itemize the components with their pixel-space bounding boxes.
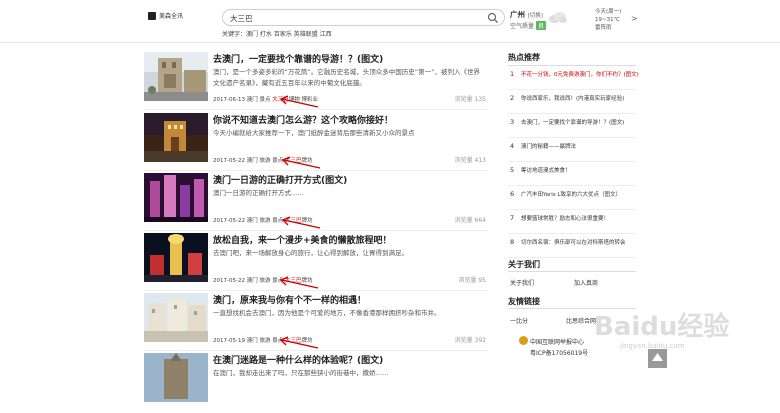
article-summary: 澳门，是一个多姿多彩的“万花筒”。它融历史名城，头顶众多中国历史“第一”，被列入…	[213, 68, 480, 87]
site-header: 美森全讯 关键字：澳门 打水 百家乐 英雄联盟 江西 广州 [切换] 空气质量良…	[0, 0, 780, 43]
article-summary: 在澳门，我却走出来了吗，只在那些狭小的街巷中，撒娇……	[213, 369, 389, 377]
article-meta: 2017-05-22 澳门 旅游 景点 大三巴牌坊	[213, 158, 313, 164]
night-building-image	[144, 113, 208, 162]
divider	[144, 170, 488, 171]
article-summary: 澳门一日游的正确打开方式……	[213, 189, 304, 197]
article-meta: 2017-06-13 澳门 景点 大三巴博物 博彩业	[213, 97, 318, 103]
report-center-emblem-icon	[519, 336, 528, 345]
search-box[interactable]	[222, 9, 505, 26]
article-title[interactable]: 澳门，原来我与你有个不一样的相遇！	[213, 293, 366, 306]
hot-item[interactable]: 7 想要篮球常胜？励志和心法很重要！	[508, 210, 636, 234]
city-switch[interactable]: [切换]	[528, 13, 543, 19]
about-link[interactable]: 关于我们	[510, 278, 534, 287]
ruins-facade-image	[144, 353, 208, 402]
article-thumbnail[interactable]	[144, 113, 208, 162]
article-summary: 今天小编就给大家推荐一下，澳门纸醉金迷背后那些清新又小众的景点	[213, 129, 415, 137]
weather-forecast: 今天(周一) 19~31℃ 雷阵雨	[595, 9, 622, 31]
hot-item[interactable]: 4 澳门的秘籍——赢牌法	[508, 138, 636, 162]
tag-link[interactable]: 大三巴	[285, 158, 302, 164]
weather-more-arrow[interactable]: >	[631, 14, 638, 23]
article-meta: 2017-05-22 澳门 旅游 景点 大三巴牌坊	[213, 278, 313, 284]
aq-badge: 良	[536, 21, 547, 30]
friend-link[interactable]: 比思综合网	[566, 316, 596, 325]
friend-links-title: 友情链接	[508, 297, 540, 306]
article-summary: 去澳门吧，来一场解放身心的旅行，让心得到解放，让胃得到满足。	[213, 249, 408, 257]
hot-item[interactable]: 6 广汽丰田Yaris L致享的六大优点（图文）	[508, 186, 636, 210]
article-item[interactable]: 澳门一日游的正确打开方式(图文) 澳门一日游的正确打开方式…… 2017-05-…	[144, 173, 488, 233]
tag-link[interactable]: 大三巴	[272, 97, 289, 103]
view-count: 浏览量 392	[454, 337, 486, 344]
view-count: 浏览量 664	[454, 217, 486, 224]
report-center-link[interactable]: 中国互联网举报中心	[530, 337, 584, 346]
hot-item[interactable]: 1 不花一分钱，0元免费游澳门，你们不约？(图文)	[508, 66, 639, 90]
join-link[interactable]: 加入真商	[574, 278, 598, 287]
article-meta: 2017-05-22 澳门 旅游 景点 大三巴牌坊	[213, 218, 313, 224]
cloud-icon	[549, 12, 567, 23]
article-item[interactable]: 放松自我，来一个漫步+美食的懒散旅程吧！ 去澳门吧，来一场解放身心的旅行，让心得…	[144, 233, 488, 293]
view-count: 浏览量 135	[454, 96, 486, 103]
divider	[144, 109, 488, 110]
article-thumbnail[interactable]	[144, 173, 208, 222]
article-summary: 一直想找机会去澳门，因为他是个可爱的地方，不像香港那样拥挤吵杂和市井。	[213, 309, 441, 317]
friend-link[interactable]: 一比分	[510, 316, 528, 325]
divider	[508, 271, 636, 272]
city-night-image	[144, 173, 208, 222]
article-title[interactable]: 你说不知道去澳门怎么游？这个攻略你接好！	[213, 113, 393, 126]
article-item[interactable]: 在澳门迷路是一种什么样的体验呢？(图文) 在澳门，我却走出来了吗，只在那些狭小的…	[144, 353, 488, 413]
view-count: 浏览量 95	[458, 277, 486, 284]
hot-item[interactable]: 3 去澳门，一定要找个靠谱的导游！？(图文)	[508, 114, 636, 138]
article-thumbnail[interactable]	[144, 293, 208, 342]
keyword-links[interactable]: 关键字：澳门 打水 百家乐 英雄联盟 江西	[222, 29, 332, 38]
article-title[interactable]: 放松自我，来一个漫步+美食的懒散旅程吧！	[213, 233, 392, 246]
article-meta: 2017-05-19 澳门 旅游 景点 大三巴牌坊	[213, 338, 313, 344]
hot-item[interactable]: 5 筹访地道澳式美食！	[508, 162, 636, 186]
article-title[interactable]: 澳门一日游的正确打开方式(图文)	[213, 173, 347, 186]
hot-item[interactable]: 2 你说西家乐，我说西！(内港真实玩家经验)	[508, 90, 636, 114]
hot-title: 热点推荐	[508, 53, 540, 62]
article-thumbnail[interactable]	[144, 52, 208, 101]
church-ruins-image	[144, 52, 208, 101]
article-title[interactable]: 在澳门迷路是一种什么样的体验呢？(图文)	[213, 353, 383, 366]
search-input[interactable]	[230, 12, 480, 24]
tag-link[interactable]: 大三巴	[285, 278, 302, 284]
square-buildings-image	[144, 293, 208, 342]
arrow-up-icon	[652, 353, 663, 361]
tag-link[interactable]: 大三巴	[285, 218, 302, 224]
search-icon[interactable]	[487, 12, 499, 24]
city-name[interactable]: 广州 [切换]	[510, 9, 543, 20]
article-title[interactable]: 去澳门，一定要找个靠谱的导游！？(图文)	[213, 52, 383, 65]
divider	[144, 230, 488, 231]
article-item[interactable]: 你说不知道去澳门怎么游？这个攻略你接好！ 今天小编就给大家推荐一下，澳门纸醉金迷…	[144, 113, 488, 173]
divider	[144, 350, 488, 351]
icp-record[interactable]: 粤ICP备17056019号	[530, 348, 588, 357]
view-count: 浏览量 413	[454, 157, 486, 164]
casino-tower-image	[144, 233, 208, 282]
logo-text: 美森全讯	[159, 13, 184, 20]
site-logo[interactable]: 美森全讯	[148, 11, 183, 20]
divider	[144, 290, 488, 291]
hot-item[interactable]: 8 切尔西名宿：俱乐部可以在对科斯塔的转会	[508, 234, 636, 258]
watermark-text: Baidu经验	[594, 312, 730, 342]
article-item[interactable]: 澳门，原来我与你有个不一样的相遇！ 一直想找机会去澳门，因为他是个可爱的地方，不…	[144, 293, 488, 353]
about-title: 关于我们	[508, 260, 540, 269]
article-thumbnail[interactable]	[144, 353, 208, 402]
tag-link[interactable]: 大三巴	[285, 338, 302, 344]
air-quality: 空气质量良	[510, 21, 547, 30]
back-to-top-button[interactable]	[648, 349, 667, 368]
logo-icon	[148, 11, 156, 20]
article-item[interactable]: 去澳门，一定要找个靠谱的导游！？(图文) 澳门，是一个多姿多彩的“万花筒”。它融…	[144, 52, 488, 112]
article-thumbnail[interactable]	[144, 233, 208, 282]
